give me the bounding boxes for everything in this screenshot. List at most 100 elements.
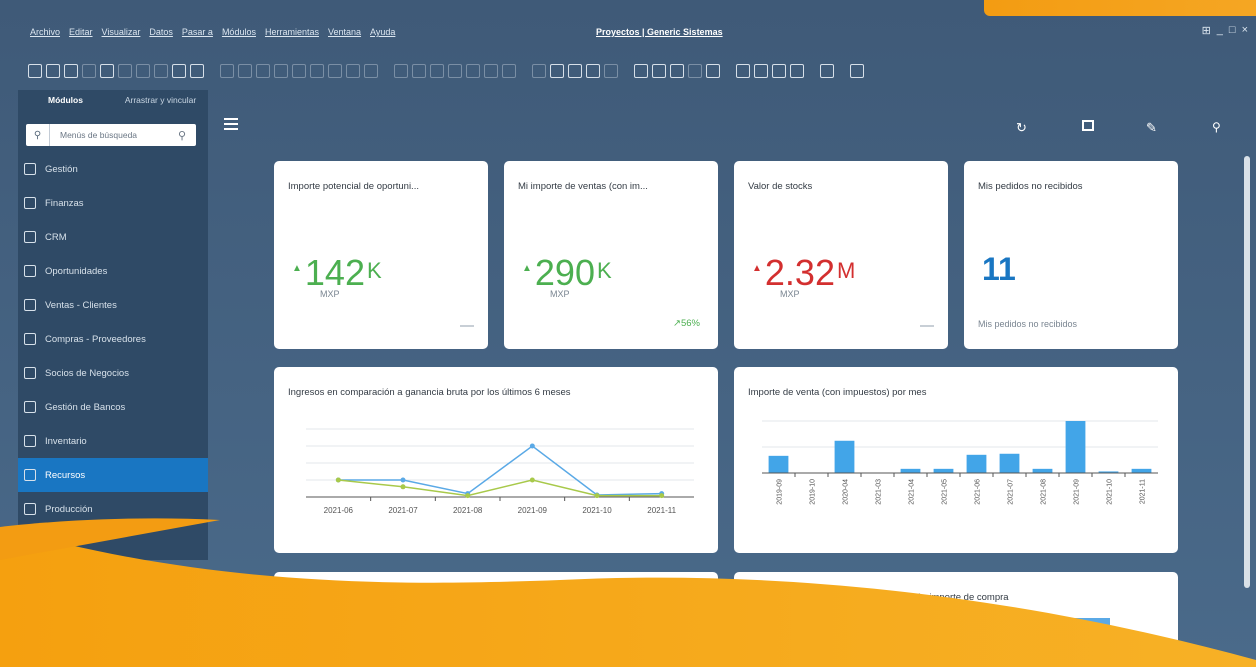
window-icon[interactable] [1082, 119, 1094, 134]
edit-icon[interactable]: ✎ [1146, 120, 1157, 136]
data-point [594, 493, 600, 499]
relation-map-icon[interactable] [430, 64, 444, 78]
sidebar-item-finanzas[interactable]: Finanzas [18, 186, 208, 220]
help-icon[interactable] [850, 64, 864, 78]
excel-icon[interactable] [118, 64, 132, 78]
bar [900, 468, 921, 473]
content-scrollbar[interactable] [1244, 156, 1250, 588]
sidebar-item-recursos[interactable]: Recursos [18, 458, 208, 492]
drag-relate-icon[interactable] [736, 64, 750, 78]
calendar-icon[interactable] [550, 64, 564, 78]
menu-datos[interactable]: Datos [149, 27, 173, 37]
first-record-icon[interactable] [256, 64, 270, 78]
tab-modulos[interactable]: Módulos [18, 96, 113, 105]
search-doc-icon[interactable] [28, 64, 42, 78]
menu-ayuda[interactable]: Ayuda [370, 27, 395, 37]
bottom-card-right[interactable]: ...comparados según importe de compra [734, 572, 1178, 667]
search-options-icon[interactable]: ⚲ [26, 124, 50, 146]
journal-icon[interactable] [448, 64, 462, 78]
sidebar-item-inventario[interactable]: Inventario [18, 424, 208, 458]
user-icon[interactable] [706, 64, 720, 78]
menu-search-input[interactable]: Menús de búsqueda [50, 130, 178, 140]
reports-icon[interactable] [634, 64, 648, 78]
purchase-icon [24, 333, 36, 345]
close-icon[interactable]: × [1242, 24, 1248, 37]
search-icon[interactable]: ⚲ [1212, 120, 1221, 134]
email-icon[interactable] [100, 64, 114, 78]
kpi-currency: MXP [780, 289, 800, 299]
bar-chart-card[interactable]: Importe de venta (con impuestos) por mes… [734, 367, 1178, 553]
move-icon[interactable] [172, 64, 186, 78]
query-icon[interactable] [652, 64, 666, 78]
calculator-icon[interactable] [670, 64, 684, 78]
bar [933, 468, 954, 473]
maximize-icon[interactable]: □ [1229, 24, 1236, 37]
dashboard-icon[interactable] [754, 64, 768, 78]
export-icon[interactable] [82, 64, 96, 78]
find-icon[interactable] [220, 64, 234, 78]
bar [1065, 421, 1086, 473]
chart-icon[interactable] [772, 64, 786, 78]
sidebar-item-oportunidades[interactable]: Oportunidades [18, 254, 208, 288]
note-icon[interactable] [790, 64, 804, 78]
kpi-card-ventas[interactable]: Mi importe de ventas (con im... ▲ 290 K M… [504, 161, 718, 349]
menu-search: ⚲ Menús de búsqueda ⚲ [26, 124, 196, 146]
menu-archivo[interactable]: Archivo [30, 27, 60, 37]
refresh-record-icon[interactable] [328, 64, 342, 78]
toolbar [28, 60, 864, 82]
users-icon[interactable] [688, 64, 702, 78]
message-icon[interactable] [586, 64, 600, 78]
next-record-icon[interactable] [292, 64, 306, 78]
menu-visualizar[interactable]: Visualizar [102, 27, 141, 37]
kpi-card-oportunidades[interactable]: Importe potencial de oportuni... ▲ 142 K … [274, 161, 488, 349]
menu-ventana[interactable]: Ventana [328, 27, 361, 37]
sidebar-item-produccion[interactable]: Producción [18, 492, 208, 526]
sidebar-item-crm[interactable]: CRM [18, 220, 208, 254]
print-icon[interactable] [46, 64, 60, 78]
document-draft-icon[interactable] [568, 64, 582, 78]
minimize-icon[interactable]: _ [1217, 24, 1223, 37]
x-tick-label: 2019-10 [810, 479, 817, 505]
menu-herramientas[interactable]: Herramientas [265, 27, 319, 37]
sidebar-item-ventas[interactable]: Ventas - Clientes [18, 288, 208, 322]
menu-modulos[interactable]: Módulos [222, 27, 256, 37]
x-tick-label: 2021-05 [942, 479, 949, 505]
kpi-card-stocks[interactable]: Valor de stocks ▲ 2.32 M MXP [734, 161, 948, 349]
data-point [659, 493, 665, 499]
target-doc-icon[interactable] [412, 64, 426, 78]
sidebar-item-compras[interactable]: Compras - Proveedores [18, 322, 208, 356]
layout-icon[interactable]: ⊞ [1202, 24, 1211, 37]
alert-icon[interactable] [604, 64, 618, 78]
kpi-dash [920, 325, 934, 327]
sidebar-item-socios[interactable]: Socios de Negocios [18, 356, 208, 390]
sort-icon[interactable] [364, 64, 378, 78]
search-icon[interactable]: ⚲ [178, 129, 196, 142]
sidebar-item-gestion[interactable]: Gestión [18, 152, 208, 186]
word-icon[interactable] [136, 64, 150, 78]
menu-pasar-a[interactable]: Pasar a [182, 27, 213, 37]
prev-record-icon[interactable] [274, 64, 288, 78]
hamburger-menu-icon[interactable] [224, 118, 238, 130]
kpi-card-pedidos[interactable]: Mis pedidos no recibidos 11 Mis pedidos … [964, 161, 1178, 349]
filter-icon[interactable] [346, 64, 360, 78]
module-list: Gestión Finanzas CRM Oportunidades Venta… [18, 152, 208, 526]
line-chart-card[interactable]: Ingresos en comparación a ganancia bruta… [274, 367, 718, 553]
print-preview-icon[interactable] [64, 64, 78, 78]
settings-icon[interactable] [190, 64, 204, 78]
gross-profit-icon[interactable] [466, 64, 480, 78]
last-record-icon[interactable] [310, 64, 324, 78]
bottom-card-left[interactable] [274, 572, 718, 667]
pdf-icon[interactable] [154, 64, 168, 78]
form-settings-icon[interactable] [502, 64, 516, 78]
menu-editar[interactable]: Editar [69, 27, 93, 37]
lock-screen-icon[interactable] [820, 64, 834, 78]
add-icon[interactable] [238, 64, 252, 78]
refresh-icon[interactable]: ↻ [1016, 120, 1027, 136]
layout-designer-icon[interactable] [484, 64, 498, 78]
base-doc-icon[interactable] [394, 64, 408, 78]
check-icon[interactable] [532, 64, 546, 78]
sidebar-item-bancos[interactable]: Gestión de Bancos [18, 390, 208, 424]
bar [768, 455, 789, 473]
tab-arrastrar-vincular[interactable]: Arrastrar y vincular [113, 96, 208, 105]
kpi-value: 11 [982, 251, 1016, 287]
